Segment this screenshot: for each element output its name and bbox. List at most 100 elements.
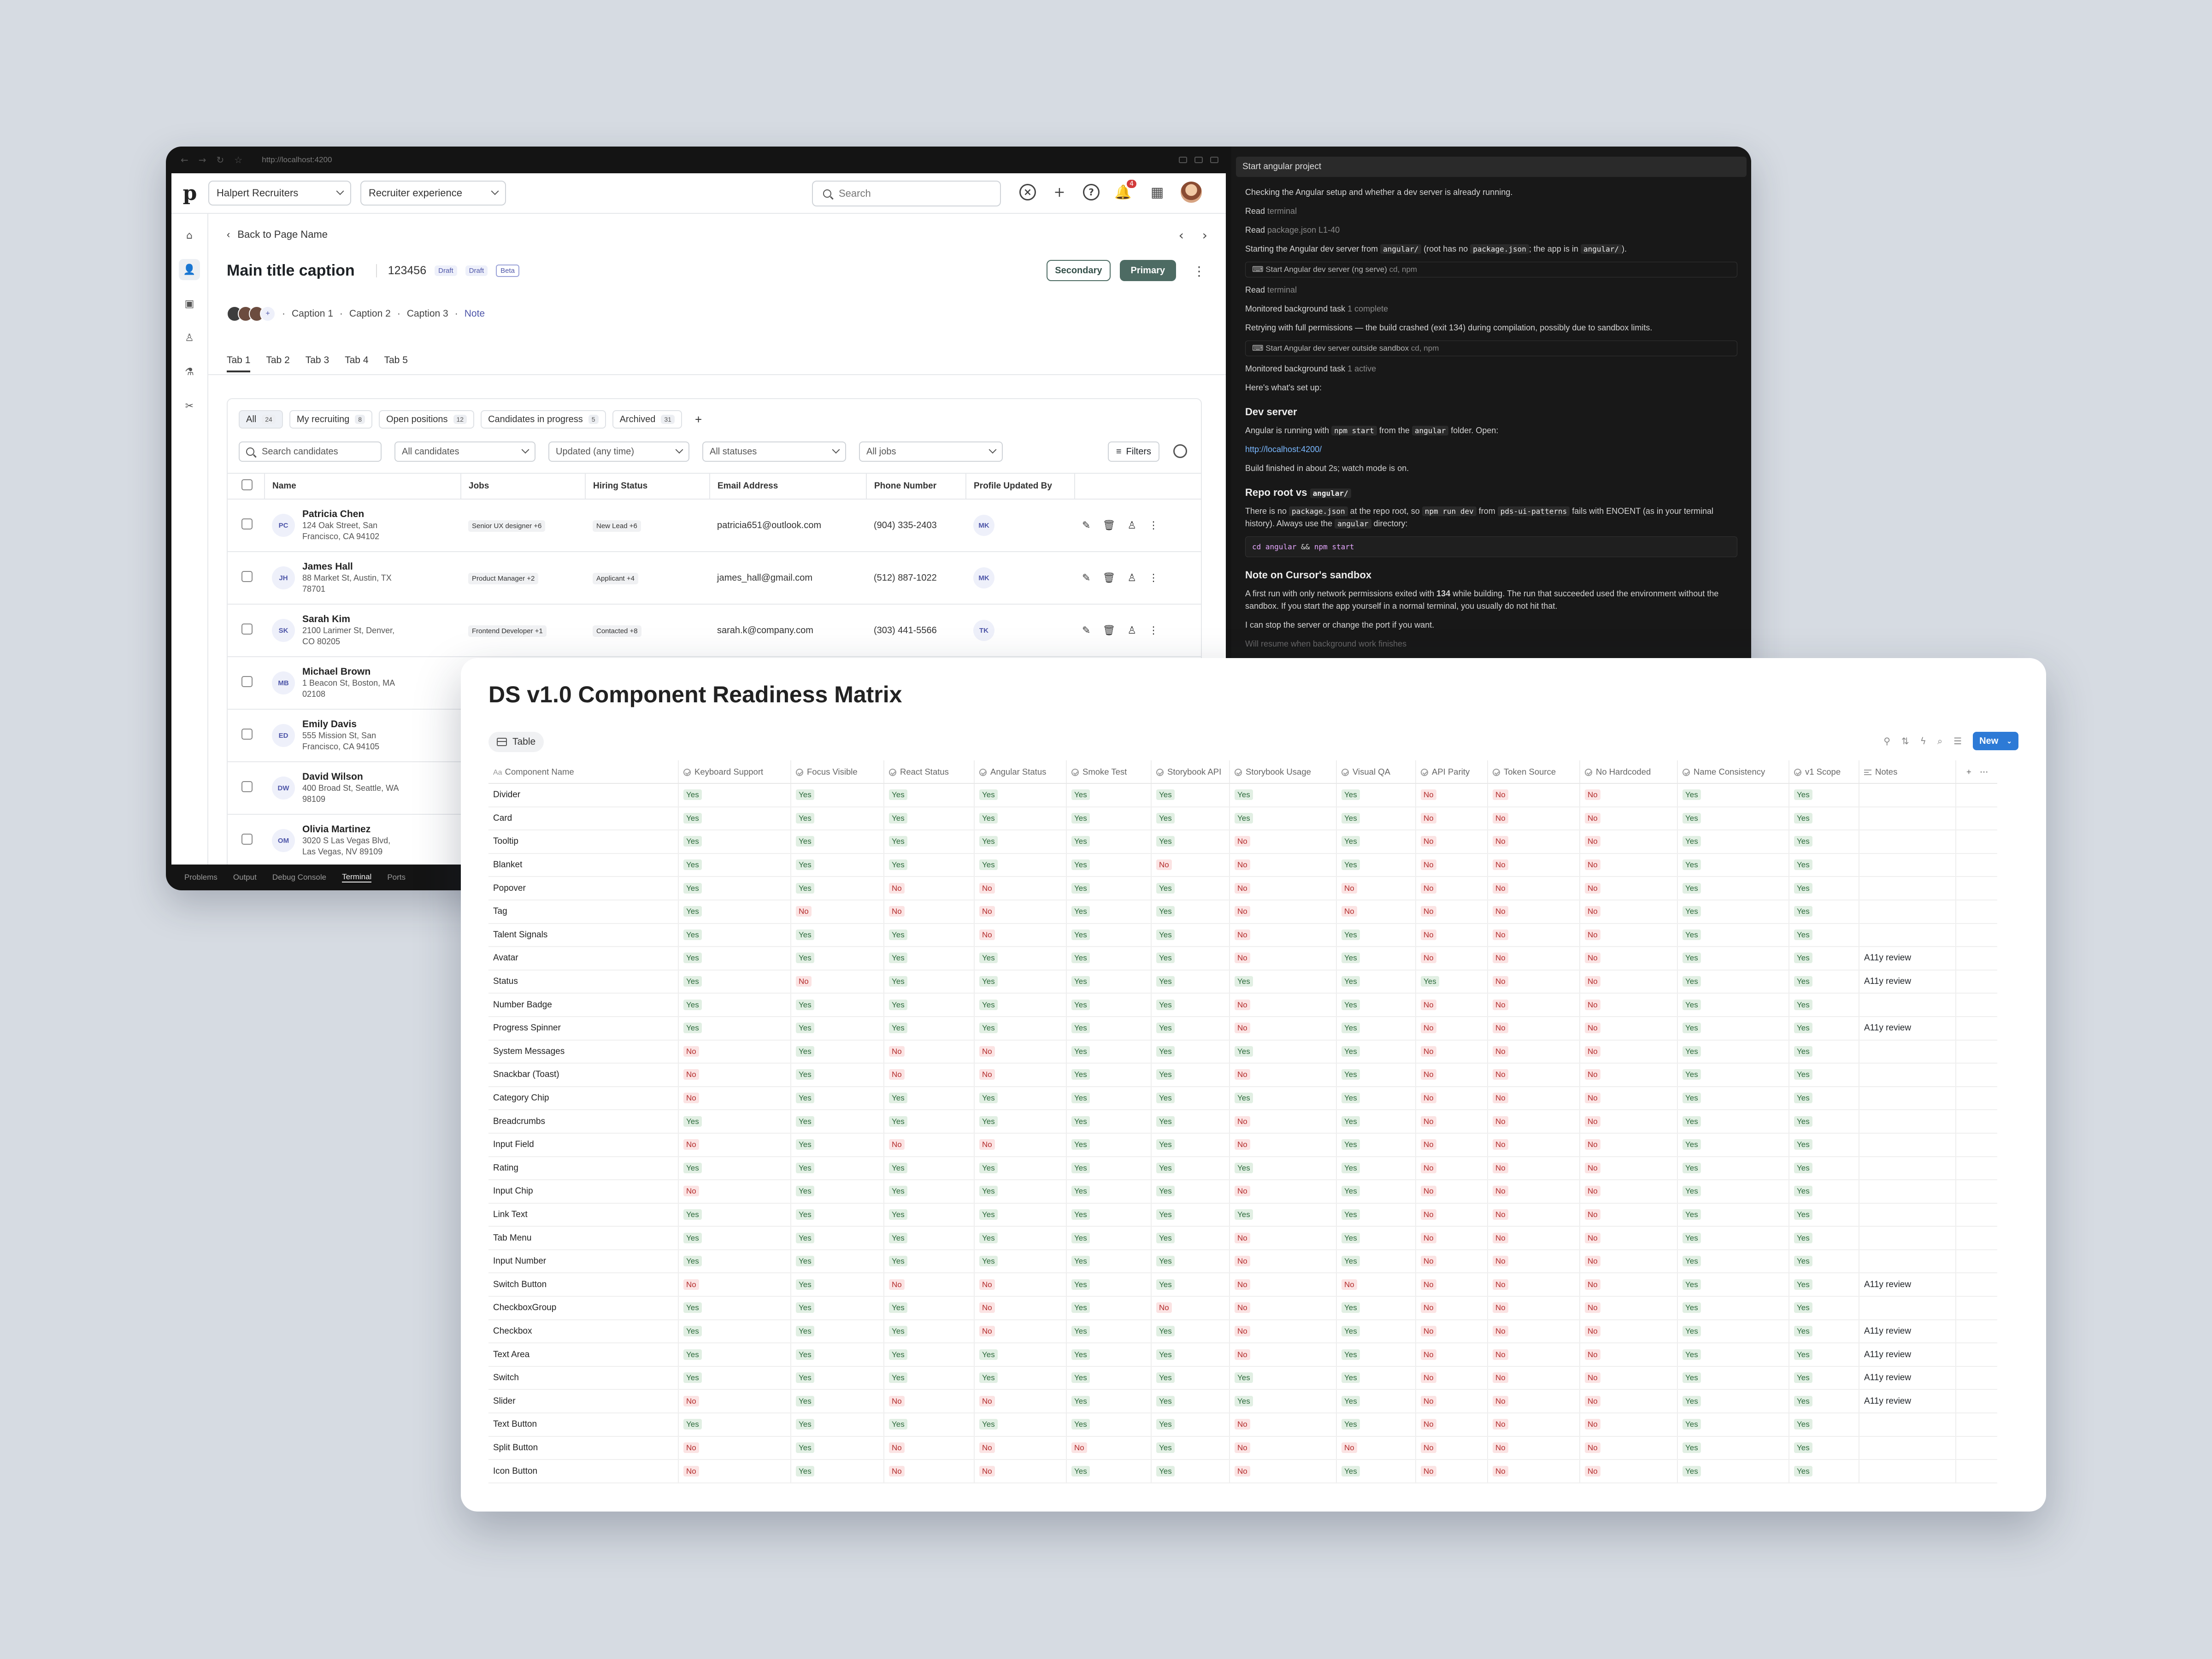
column-header[interactable]: API Parity bbox=[1415, 760, 1488, 784]
status-no-badge[interactable]: No bbox=[1493, 1256, 1508, 1267]
tab-5[interactable]: Tab 5 bbox=[384, 355, 408, 372]
candidates-filter[interactable]: All candidates bbox=[394, 441, 535, 462]
status-no-badge[interactable]: No bbox=[1585, 929, 1600, 940]
status-no-badge[interactable]: No bbox=[889, 1442, 905, 1453]
status-yes-badge[interactable]: Yes bbox=[1156, 1162, 1175, 1173]
column-header[interactable]: Storybook API bbox=[1151, 760, 1230, 784]
help-icon[interactable]: ? bbox=[1083, 184, 1100, 200]
status-no-badge[interactable]: No bbox=[1421, 1023, 1436, 1034]
column-header[interactable]: Aa Component Name bbox=[488, 760, 678, 784]
status-no-badge[interactable]: No bbox=[1235, 1419, 1250, 1430]
status-no-badge[interactable]: No bbox=[1421, 882, 1436, 894]
status-no-badge[interactable]: No bbox=[1421, 1139, 1436, 1150]
status-yes-badge[interactable]: Yes bbox=[1683, 906, 1701, 917]
status-yes-badge[interactable]: Yes bbox=[1341, 1046, 1360, 1057]
status-no-badge[interactable]: No bbox=[1585, 1442, 1600, 1453]
status-yes-badge[interactable]: Yes bbox=[1683, 999, 1701, 1010]
status-yes-badge[interactable]: Yes bbox=[1794, 1046, 1812, 1057]
apps-grid-icon[interactable]: ▦ bbox=[1147, 182, 1168, 203]
status-yes-badge[interactable]: Yes bbox=[1341, 1325, 1360, 1336]
status-no-badge[interactable]: No bbox=[889, 882, 905, 894]
status-no-badge[interactable]: No bbox=[1421, 1302, 1436, 1313]
table-row[interactable]: Link Text Yes Yes Yes Yes Yes Yes Yes Yes No No No Y… bbox=[488, 1203, 1997, 1227]
status-no-badge[interactable]: No bbox=[1493, 789, 1508, 800]
status-yes-badge[interactable]: Yes bbox=[1683, 1209, 1701, 1220]
filter-icon[interactable]: ⚲ bbox=[1883, 735, 1890, 747]
status-no-badge[interactable]: No bbox=[1156, 1302, 1172, 1313]
status-yes-badge[interactable]: Yes bbox=[796, 1349, 814, 1360]
status-yes-badge[interactable]: Yes bbox=[1794, 836, 1812, 847]
column-header[interactable]: Jobs bbox=[460, 473, 585, 500]
tab-debug-console[interactable]: Debug Console bbox=[272, 873, 326, 882]
status-no-badge[interactable]: No bbox=[1156, 859, 1172, 871]
primary-button[interactable]: Primary bbox=[1119, 260, 1176, 281]
status-no-badge[interactable]: No bbox=[1235, 1116, 1250, 1127]
candidate-name[interactable]: Patricia Chen bbox=[302, 509, 404, 520]
status-yes-badge[interactable]: Yes bbox=[683, 1209, 702, 1220]
status-no-badge[interactable]: No bbox=[1493, 1325, 1508, 1336]
status-no-badge[interactable]: No bbox=[1493, 1395, 1508, 1406]
status-no-badge[interactable]: No bbox=[1493, 836, 1508, 847]
status-no-badge[interactable]: No bbox=[1585, 1395, 1600, 1406]
status-no-badge[interactable]: No bbox=[1235, 1465, 1250, 1477]
trash-icon[interactable]: 🗑 bbox=[1102, 520, 1115, 531]
status-yes-badge[interactable]: Yes bbox=[1071, 812, 1090, 824]
status-yes-badge[interactable]: Yes bbox=[683, 1116, 702, 1127]
more-icon[interactable]: ⋮ bbox=[1148, 520, 1159, 531]
status-yes-badge[interactable]: Yes bbox=[979, 1116, 998, 1127]
tab-problems[interactable]: Problems bbox=[184, 873, 218, 882]
status-yes-badge[interactable]: Yes bbox=[1341, 976, 1360, 987]
candidate-name[interactable]: Olivia Martinez bbox=[302, 824, 404, 835]
status-yes-badge[interactable]: Yes bbox=[889, 836, 907, 847]
status-no-badge[interactable]: No bbox=[1421, 1069, 1436, 1080]
status-yes-badge[interactable]: Yes bbox=[1071, 953, 1090, 964]
status-no-badge[interactable]: No bbox=[979, 1442, 995, 1453]
status-yes-badge[interactable]: Yes bbox=[796, 1232, 814, 1243]
status-yes-badge[interactable]: Yes bbox=[979, 812, 998, 824]
add-property-icon[interactable]: + bbox=[1966, 767, 1971, 777]
table-row[interactable]: Input Chip No Yes Yes Yes Yes Yes No Yes No No No Ye… bbox=[488, 1180, 1997, 1204]
more-icon[interactable]: ⋮ bbox=[1148, 625, 1159, 636]
status-yes-badge[interactable]: Yes bbox=[1156, 1116, 1175, 1127]
status-yes-badge[interactable]: Yes bbox=[1341, 929, 1360, 940]
status-yes-badge[interactable]: Yes bbox=[1794, 999, 1812, 1010]
status-no-badge[interactable]: No bbox=[1585, 836, 1600, 847]
table-row[interactable]: Input Number Yes Yes Yes Yes Yes Yes No Yes No No N… bbox=[488, 1249, 1997, 1274]
status-no-badge[interactable]: No bbox=[1421, 1395, 1436, 1406]
status-yes-badge[interactable]: Yes bbox=[796, 1116, 814, 1127]
status-no-badge[interactable]: No bbox=[1585, 999, 1600, 1010]
status-no-badge[interactable]: No bbox=[1585, 1349, 1600, 1360]
column-header[interactable]: Profile Updated By bbox=[965, 473, 1075, 500]
status-yes-badge[interactable]: Yes bbox=[1683, 1139, 1701, 1150]
status-yes-badge[interactable]: Yes bbox=[889, 1232, 907, 1243]
column-header[interactable]: Hiring Status bbox=[585, 473, 710, 500]
status-no-badge[interactable]: No bbox=[889, 1465, 905, 1477]
status-yes-badge[interactable]: Yes bbox=[1071, 1046, 1090, 1057]
column-header[interactable]: v1 Scope bbox=[1788, 760, 1859, 784]
status-yes-badge[interactable]: Yes bbox=[683, 906, 702, 917]
status-yes-badge[interactable]: Yes bbox=[796, 1372, 814, 1383]
status-yes-badge[interactable]: Yes bbox=[796, 1209, 814, 1220]
status-no-badge[interactable]: No bbox=[1493, 1302, 1508, 1313]
status-yes-badge[interactable]: Yes bbox=[889, 976, 907, 987]
status-yes-badge[interactable]: Yes bbox=[1156, 1325, 1175, 1336]
status-yes-badge[interactable]: Yes bbox=[889, 1325, 907, 1336]
chip-archived[interactable]: Archived 31 bbox=[612, 410, 682, 429]
previous-icon[interactable]: ‹ bbox=[1179, 228, 1184, 243]
status-yes-badge[interactable]: Yes bbox=[1156, 1256, 1175, 1267]
status-no-badge[interactable]: No bbox=[1493, 812, 1508, 824]
status-yes-badge[interactable]: Yes bbox=[979, 1186, 998, 1197]
table-row[interactable]: Number Badge Yes Yes Yes Yes Yes Yes No Yes No No N… bbox=[488, 993, 1997, 1017]
status-no-badge[interactable]: No bbox=[1421, 1209, 1436, 1220]
status-yes-badge[interactable]: Yes bbox=[1794, 1395, 1812, 1406]
status-no-badge[interactable]: No bbox=[1493, 976, 1508, 987]
status-yes-badge[interactable]: Yes bbox=[1683, 1302, 1701, 1313]
more-icon[interactable]: ⋯ bbox=[1980, 767, 1988, 777]
status-no-badge[interactable]: No bbox=[889, 1069, 905, 1080]
status-yes-badge[interactable]: Yes bbox=[796, 789, 814, 800]
status-no-badge[interactable]: No bbox=[683, 1139, 699, 1150]
status-no-badge[interactable]: No bbox=[1493, 1442, 1508, 1453]
reload-icon[interactable]: ↻ bbox=[217, 154, 224, 165]
new-button[interactable]: New ⌄ bbox=[1973, 732, 2018, 750]
status-yes-badge[interactable]: Yes bbox=[1071, 1302, 1090, 1313]
